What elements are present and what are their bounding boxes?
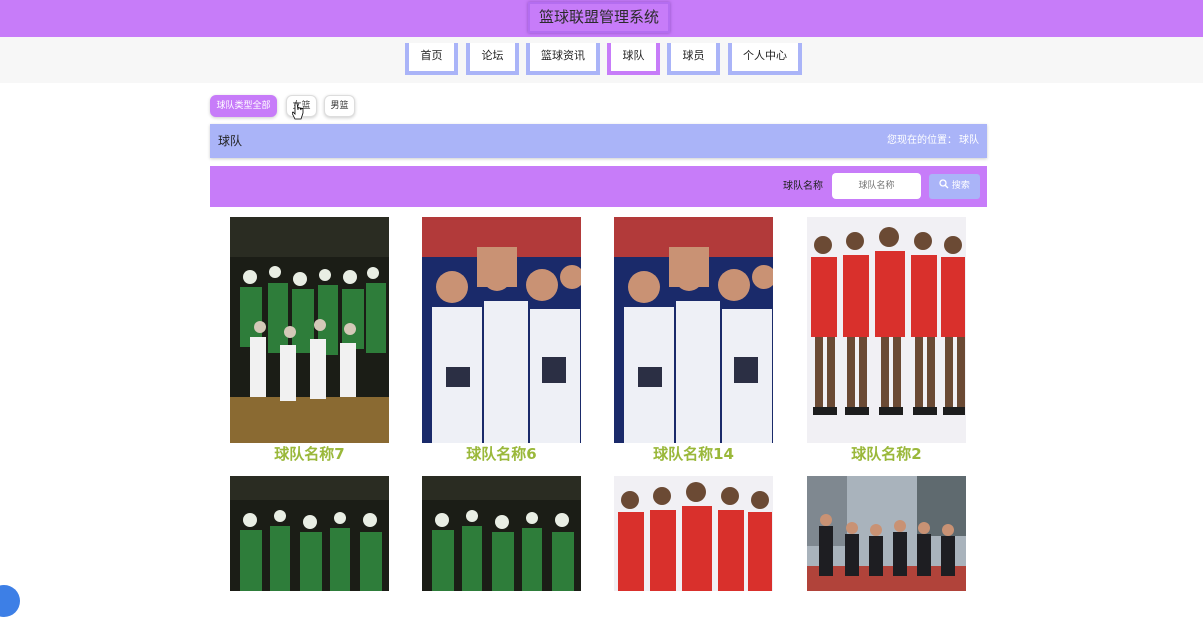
team-name-input[interactable] (832, 173, 921, 199)
site-title: 篮球联盟管理系统 (528, 2, 670, 33)
search-icon (939, 179, 949, 189)
nav-item-news[interactable]: 篮球资讯 (526, 43, 600, 75)
search-button-label: 搜索 (951, 181, 970, 191)
location-current[interactable]: 球队 (959, 135, 979, 146)
search-bar: 球队名称 搜索 (210, 166, 987, 207)
search-button[interactable]: 搜索 (929, 174, 980, 199)
team-photo[interactable] (807, 476, 966, 591)
page-title: 球队 (218, 134, 243, 148)
team-name[interactable]: 球队名称14 (594, 443, 793, 464)
red-jersey-lineup-photo (807, 217, 966, 443)
breadcrumb: 球队 您现在的位置： 球队 (210, 124, 987, 158)
main-nav: 首页 论坛 篮球资讯 球队 球员 个人中心 (0, 37, 1203, 83)
filter-all-types[interactable]: 球队类型全部 (210, 95, 277, 117)
celebration-photo (422, 476, 581, 591)
celebration-photo (230, 476, 389, 591)
outdoor-court-photo (807, 476, 966, 591)
team-huddle-photo (614, 217, 773, 443)
team-photo[interactable] (614, 217, 773, 443)
mouse-cursor-icon (292, 102, 304, 120)
nav-item-players[interactable]: 球员 (667, 43, 720, 75)
red-jersey-lineup-photo (614, 476, 773, 591)
team-photo[interactable] (422, 476, 581, 591)
team-photo[interactable] (422, 217, 581, 443)
location-indicator: 您现在的位置： 球队 (885, 124, 979, 158)
team-photo[interactable] (230, 217, 389, 443)
nav-item-forum[interactable]: 论坛 (466, 43, 519, 75)
floating-action-button[interactable] (0, 585, 20, 617)
location-prefix: 您现在的位置： (887, 135, 957, 146)
top-header: 篮球联盟管理系统 (0, 0, 1203, 37)
nav-item-teams[interactable]: 球队 (607, 43, 660, 75)
team-name[interactable]: 球队名称6 (402, 443, 601, 464)
nav-item-home[interactable]: 首页 (405, 43, 458, 75)
team-photo[interactable] (807, 217, 966, 443)
team-name[interactable]: 球队名称2 (787, 443, 986, 464)
team-photo[interactable] (614, 476, 773, 591)
celebration-photo (230, 217, 389, 443)
team-photo[interactable] (230, 476, 389, 591)
team-name[interactable]: 球队名称7 (210, 443, 409, 464)
filter-mens[interactable]: 男篮 (324, 95, 355, 117)
team-huddle-photo (422, 217, 581, 443)
nav-item-profile[interactable]: 个人中心 (728, 43, 802, 75)
search-label: 球队名称 (783, 181, 823, 192)
